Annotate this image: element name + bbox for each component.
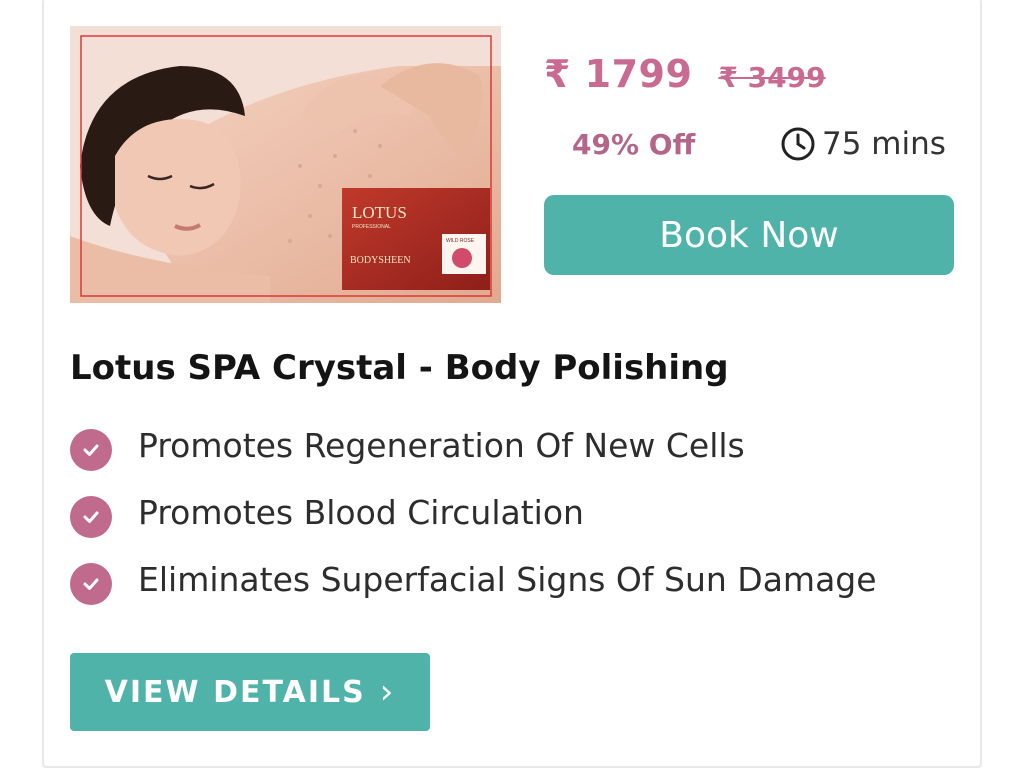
- svg-text:LOTUS: LOTUS: [352, 203, 407, 222]
- svg-text:BODYSHEEN: BODYSHEEN: [350, 255, 411, 266]
- view-details-button[interactable]: VIEW DETAILS ›: [70, 653, 430, 731]
- check-circle-icon: [70, 428, 112, 471]
- clock-icon: [781, 127, 815, 161]
- feature-list: Promotes Regeneration Of New Cells Promo…: [70, 412, 877, 613]
- spa-photo: LOTUS PROFESSIONAL BODYSHEEN WILD ROSE: [70, 26, 501, 303]
- svg-text:WILD ROSE: WILD ROSE: [446, 238, 475, 244]
- chevron-right-icon: ›: [379, 672, 396, 712]
- feature-text: Promotes Blood Circulation: [138, 493, 584, 532]
- list-item: Promotes Regeneration Of New Cells: [70, 412, 877, 479]
- original-price: ₹ 3499: [718, 61, 826, 94]
- duration-text: 75 mins: [822, 126, 946, 162]
- product-image[interactable]: LOTUS PROFESSIONAL BODYSHEEN WILD ROSE: [70, 26, 501, 303]
- check-circle-icon: [70, 562, 112, 605]
- product-box: LOTUS PROFESSIONAL BODYSHEEN WILD ROSE: [342, 188, 490, 290]
- list-item: Promotes Blood Circulation: [70, 479, 877, 546]
- check-circle-icon: [70, 495, 112, 538]
- feature-text: Promotes Regeneration Of New Cells: [138, 426, 745, 465]
- duration: 75 mins: [780, 126, 946, 162]
- current-price: ₹ 1799: [544, 52, 693, 96]
- svg-text:PROFESSIONAL: PROFESSIONAL: [352, 224, 391, 230]
- discount-label: 49% Off: [572, 128, 696, 161]
- view-details-label: VIEW DETAILS: [104, 674, 366, 710]
- feature-text: Eliminates Superfacial Signs Of Sun Dama…: [138, 560, 877, 599]
- service-title: Lotus SPA Crystal - Body Polishing: [70, 348, 729, 388]
- list-item: Eliminates Superfacial Signs Of Sun Dama…: [70, 546, 877, 613]
- book-now-button[interactable]: Book Now: [544, 195, 954, 275]
- price-row: ₹ 1799 ₹ 3499: [544, 52, 826, 102]
